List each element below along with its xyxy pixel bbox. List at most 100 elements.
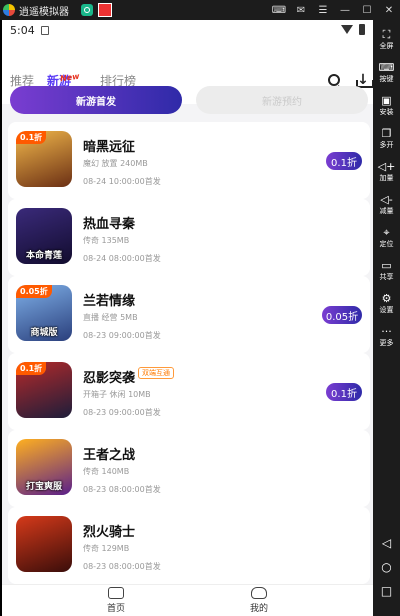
sidebar-label: 减量: [379, 207, 394, 215]
mail-icon[interactable]: ✉: [290, 0, 312, 20]
discount-badge[interactable]: 0.1折: [326, 152, 362, 170]
keyboard-icon: ⌨: [378, 61, 395, 74]
sidebar-label: 按键: [379, 75, 394, 83]
menu-icon[interactable]: ☰: [312, 0, 334, 20]
sidebar-item-gear[interactable]: ⚙ 设置: [373, 292, 400, 315]
sidebar-label: 全屏: [379, 42, 394, 50]
game-card[interactable]: 打宝爽服 王者之战 传奇 140MB 08-23 08:00:00首发: [8, 430, 370, 507]
game-name[interactable]: 热血寻秦: [83, 213, 135, 232]
app-logo-icon: [3, 4, 15, 16]
nav-home-label: 首页: [106, 604, 125, 614]
running-app-icon[interactable]: [81, 4, 93, 16]
game-thumbnail[interactable]: 0.05折 商城版: [16, 285, 72, 341]
game-meta: 直播 经营 5MB: [83, 313, 138, 322]
recents-icon[interactable]: □: [373, 584, 400, 598]
sidebar-item-apk-install[interactable]: ▣ 安装: [373, 94, 400, 117]
running-game-icon[interactable]: [98, 3, 112, 17]
volume-down-icon: ◁-: [380, 193, 393, 206]
sidebar-item-location[interactable]: ⌖ 定位: [373, 226, 400, 249]
location-icon: ⌖: [383, 226, 390, 239]
gear-icon: ⚙: [381, 292, 392, 305]
sidebar-label: 加量: [379, 174, 394, 182]
bottom-nav: 首页 我的: [2, 584, 373, 616]
game-card[interactable]: 本命青莲 热血寻秦 传奇 135MB 08-24 08:00:00首发: [8, 199, 370, 276]
segment-new-releases[interactable]: 新游首发: [10, 86, 182, 114]
game-name[interactable]: 兰若情缘: [83, 290, 135, 309]
multi-instance-icon: ❐: [381, 127, 392, 140]
release-date: 08-23 09:00:00首发: [83, 408, 161, 417]
home-icon[interactable]: ○: [373, 560, 400, 574]
sidebar-item-volume-down[interactable]: ◁- 减量: [373, 193, 400, 216]
sidebar-item-folder[interactable]: ▭ 共享: [373, 259, 400, 282]
sidebar-item-fullscreen[interactable]: ⛶ 全屏: [373, 28, 400, 51]
game-card[interactable]: 0.1折 忍影突袭 双端互通 开箱子 休闲 10MB 08-23 09:00:0…: [8, 353, 370, 430]
sidebar-label: 设置: [379, 306, 394, 314]
game-name[interactable]: 忍影突袭: [83, 367, 135, 386]
release-date: 08-23 09:00:00首发: [83, 331, 161, 340]
segment-reservations[interactable]: 新游预约: [196, 86, 368, 114]
new-badge: New: [59, 71, 81, 84]
clock: 5:04: [10, 23, 35, 37]
status-bar: 5:04: [2, 20, 373, 40]
sidebar-label: 更多: [379, 339, 394, 347]
back-icon[interactable]: ◁: [373, 536, 400, 550]
game-meta: 魔幻 放置 240MB: [83, 159, 148, 168]
game-card[interactable]: 烈火骑士 传奇 129MB 08-23 08:00:00首发: [8, 507, 370, 584]
keyboard-icon[interactable]: ⌨: [268, 0, 290, 20]
window-title: 逍遥模拟器: [19, 6, 69, 18]
sidebar-item-multi-instance[interactable]: ❐ 多开: [373, 127, 400, 150]
game-name[interactable]: 暗黑远征: [83, 136, 135, 155]
game-meta: 传奇 140MB: [83, 467, 130, 476]
release-date: 08-23 08:00:00首发: [83, 562, 161, 571]
game-feature-tag: 双端互通: [138, 367, 174, 379]
apk-install-icon: ▣: [381, 94, 392, 107]
release-date: 08-24 08:00:00首发: [83, 254, 161, 263]
emulator-titlebar: 逍遥模拟器 ⌨ ✉ ☰ — ☐ ✕: [0, 0, 400, 20]
sidebar-item-more[interactable]: ··· 更多: [373, 325, 400, 348]
release-date: 08-23 08:00:00首发: [83, 485, 161, 494]
sidebar-label: 定位: [379, 240, 394, 248]
game-name[interactable]: 王者之战: [83, 444, 135, 463]
thumbnail-caption: 商城版: [30, 328, 58, 338]
game-thumbnail[interactable]: [16, 516, 72, 572]
thumbnail-caption: 打宝爽服: [25, 482, 62, 492]
phone-screen: 5:04 推荐 新游 New 排行榜 ↓ 新游首发 新游预约 0.1折 暗黑远征…: [2, 20, 373, 616]
minimize-icon[interactable]: —: [334, 0, 356, 20]
fullscreen-icon: ⛶: [382, 28, 391, 41]
more-icon: ···: [381, 325, 392, 338]
profile-icon: [251, 587, 267, 599]
search-icon[interactable]: [328, 74, 340, 86]
download-icon[interactable]: ↓: [356, 72, 373, 88]
game-card[interactable]: 0.1折 暗黑远征 魔幻 放置 240MB 08-24 10:00:00首发 0…: [8, 122, 370, 199]
gamepad-icon: [108, 587, 124, 599]
thumbnail-discount-tag: 0.1折: [16, 131, 47, 144]
sidebar-label: 共享: [379, 273, 394, 281]
thumbnail-discount-tag: 0.05折: [16, 285, 52, 298]
maximize-icon[interactable]: ☐: [356, 0, 378, 20]
sidebar-label: 多开: [379, 141, 394, 149]
nav-home[interactable]: 首页: [86, 587, 146, 614]
game-name[interactable]: 烈火骑士: [83, 521, 135, 540]
game-meta: 传奇 129MB: [83, 544, 130, 553]
nav-mine[interactable]: 我的: [229, 587, 289, 614]
emulator-sidebar: ◁ ○ □ ⛶ 全屏 ⌨ 按键 ▣ 安装 ❐ 多开 ◁+ 加量 ◁- 减量 ⌖ 定位 ▭ 共享 ⚙ 设置 ··· 更多: [373, 20, 400, 616]
sd-card-icon: [40, 25, 49, 35]
sidebar-item-volume-up[interactable]: ◁+ 加量: [373, 160, 400, 183]
close-icon[interactable]: ✕: [378, 0, 400, 20]
wifi-icon: [341, 25, 353, 34]
discount-badge[interactable]: 0.1折: [326, 383, 362, 401]
game-card[interactable]: 0.05折 商城版 兰若情缘 直播 经营 5MB 08-23 09:00:00首…: [8, 276, 370, 353]
sidebar-item-keyboard[interactable]: ⌨ 按键: [373, 61, 400, 84]
game-meta: 传奇 135MB: [83, 236, 130, 245]
game-thumbnail[interactable]: 0.1折: [16, 362, 72, 418]
game-thumbnail[interactable]: 本命青莲: [16, 208, 72, 264]
game-thumbnail[interactable]: 打宝爽服: [16, 439, 72, 495]
release-date: 08-24 10:00:00首发: [83, 177, 161, 186]
volume-up-icon: ◁+: [377, 160, 396, 173]
game-meta: 开箱子 休闲 10MB: [83, 390, 151, 399]
game-thumbnail[interactable]: 0.1折: [16, 131, 72, 187]
folder-icon: ▭: [381, 259, 392, 272]
discount-badge[interactable]: 0.05折: [322, 306, 362, 324]
thumbnail-discount-tag: 0.1折: [16, 362, 47, 375]
battery-icon: [359, 24, 365, 35]
